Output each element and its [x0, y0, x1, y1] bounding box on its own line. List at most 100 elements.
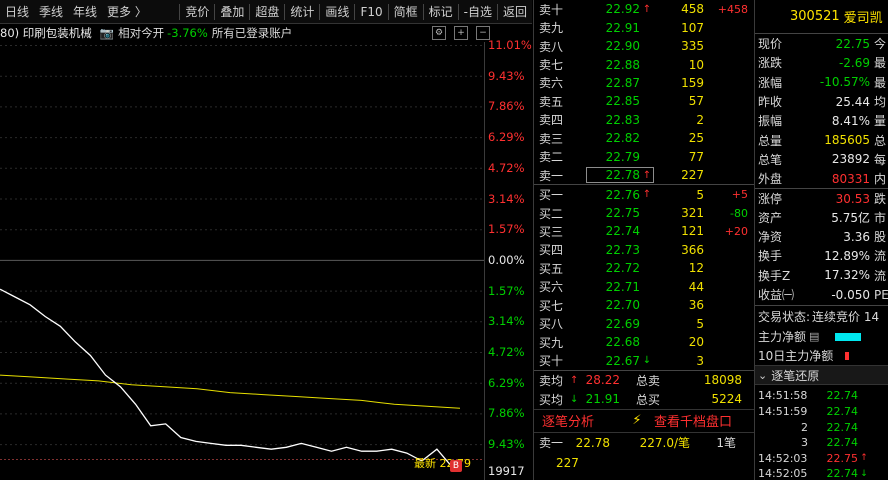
book-price: 22.79	[605, 149, 640, 164]
stat-label: 总量	[758, 133, 783, 148]
bid-row-9[interactable]: 买九 22.68 20	[534, 333, 754, 351]
remove-watchlist-button[interactable]: -自选	[459, 3, 497, 20]
lightning-icon: ⚡	[632, 413, 642, 429]
bid-row-10[interactable]: 买十 22.67 ↓ 3	[534, 351, 754, 369]
bid-row-7[interactable]: 买七 22.70 36	[534, 296, 754, 314]
stat-label: 涨幅	[758, 75, 783, 90]
tick-price: 22.74	[826, 467, 859, 480]
book-change: +20	[724, 224, 748, 238]
stat-row: 换手 12.89% 流	[754, 246, 888, 265]
tick-time: 14:52:03	[758, 451, 808, 465]
book-volume: 20	[688, 335, 704, 350]
tab-day[interactable]: 日线	[0, 3, 34, 20]
auction-button[interactable]: 竞价	[180, 3, 214, 20]
price-line	[0, 288, 453, 468]
ask-row-5[interactable]: 卖六 22.87 159	[534, 74, 754, 92]
stats-button[interactable]: 统计	[285, 3, 319, 20]
f10-button[interactable]: F10	[355, 5, 387, 19]
stat-next-label: 跌	[874, 192, 887, 207]
stat-row: 振幅 8.41% 量	[754, 111, 888, 130]
draw-line-button[interactable]: 画线	[320, 3, 354, 20]
best-ask-highlight	[586, 166, 654, 183]
pct-tick-label: 4.72%	[488, 345, 525, 359]
pct-tick-label: 6.29%	[488, 130, 525, 145]
stat-next-label: 内	[874, 172, 887, 187]
stock-header: 300521 爱司凯	[754, 0, 888, 34]
book-volume: 57	[688, 94, 704, 109]
ask-row-6[interactable]: 卖五 22.85 57	[534, 92, 754, 110]
pct-tick-label: 9.43%	[488, 68, 525, 83]
ask-row-1[interactable]: 卖十 22.92 ↑ 458 +458	[534, 0, 754, 18]
super-button[interactable]: 超盘	[250, 3, 284, 20]
ask-row-4[interactable]: 卖七 22.88 10	[534, 55, 754, 73]
bid-row-6[interactable]: 买六 22.71 44	[534, 278, 754, 296]
tick-price: 22.74	[826, 436, 859, 450]
stat-label: 涨停	[758, 192, 783, 207]
stat-next-label: 股	[874, 230, 887, 245]
chart-toolbar: 日线 季线 年线 更多 〉 竞价 叠加 超盘 统计 画线 F10 简框 标记 -…	[0, 0, 532, 24]
ask-row-7[interactable]: 卖四 22.83 2	[534, 111, 754, 129]
ask-row-10[interactable]: 卖一 22.78 ↑ 227	[534, 166, 754, 184]
sell-marker-icon[interactable]: B	[450, 460, 462, 472]
stat-row: 昨收 25.44 均	[754, 92, 888, 111]
ask-row-3[interactable]: 卖八 22.90 335	[534, 37, 754, 55]
overlay-button[interactable]: 叠加	[215, 3, 249, 20]
book-change: +5	[731, 188, 748, 202]
book-volume: 5	[696, 316, 704, 331]
up-arrow-icon: ↑	[642, 189, 652, 201]
account-label: 所有已登录账户	[211, 26, 293, 40]
mark-button[interactable]: 标记	[424, 3, 458, 20]
book-volume: 5	[696, 187, 704, 202]
camera-icon[interactable]: 📷	[100, 26, 114, 40]
bid-row-4[interactable]: 买四 22.73 366	[534, 241, 754, 259]
ask-list: 卖十 22.92 ↑ 458 +458 卖九 22.91 107 卖八 22.90 335 卖七 22.…	[534, 0, 754, 184]
book-level-label: 卖三	[539, 131, 564, 146]
stat-label: 资产	[758, 210, 783, 225]
book-level-label: 买七	[539, 298, 564, 313]
settings-icon[interactable]: ⚙	[432, 26, 446, 40]
tab-year[interactable]: 年线	[68, 3, 102, 20]
book-level-label: 买六	[539, 280, 564, 295]
tick-row: 14:51:59 22.74	[754, 404, 888, 420]
tab-quarter[interactable]: 季线	[34, 3, 68, 20]
back-button[interactable]: 返回	[498, 3, 532, 20]
stat-row: 涨停 30.53 跌	[754, 188, 888, 207]
pct-tick-label: 11.01%	[488, 38, 532, 52]
avg-sell-row: 卖均 ↑ 28.22 总卖 18098	[539, 373, 742, 388]
book-price: 22.91	[605, 20, 640, 35]
bid-row-8[interactable]: 买八 22.69 5	[534, 314, 754, 332]
ask-row-8[interactable]: 卖三 22.82 25	[534, 129, 754, 147]
book-volume: 321	[681, 206, 704, 221]
book-price: 22.68	[605, 335, 640, 350]
ask-row-2[interactable]: 卖九 22.91 107	[534, 18, 754, 36]
tab-tick-analysis[interactable]: 逐笔分析	[534, 411, 622, 430]
ask-row-9[interactable]: 卖二 22.79 77	[534, 148, 754, 166]
stat-next-label: PE	[874, 287, 888, 302]
bid-list: 买一 22.76 ↑ 5 +5 买二 22.75 321 -80 买三 22.74 121 +20 买四 2…	[534, 185, 754, 369]
stat-label: 净资	[758, 230, 783, 245]
stat-label: 换手Z	[758, 268, 791, 283]
tab-thousand-depth[interactable]: 查看千档盘口	[652, 411, 732, 430]
book-volume: 2	[696, 112, 704, 127]
bid-row-5[interactable]: 买五 22.72 12	[534, 259, 754, 277]
stat-value: 3.36	[843, 229, 870, 244]
book-tabs: 逐笔分析 ⚡ 查看千档盘口	[534, 408, 754, 433]
stat-next-label: 最	[874, 75, 887, 90]
list-icon[interactable]: ▤	[809, 330, 819, 343]
bid-row-1[interactable]: 买一 22.76 ↑ 5 +5	[534, 185, 754, 203]
stat-row: 总笔 23892 每	[754, 150, 888, 169]
intraday-chart[interactable]: 11.01% 9.43% 7.86% 6.29% 4.72% 3.14% 1.57% 0.00…	[0, 38, 532, 480]
sector-label[interactable]: 80) 印刷包装机械	[0, 25, 92, 41]
tab-more[interactable]: 更多 〉	[102, 3, 152, 20]
add-icon[interactable]: +	[454, 26, 468, 40]
stat-label: 总笔	[758, 152, 783, 167]
tick-list: 14:51:58 22.74 14:51:59 22.74 2 22.74 3 22.74 14…	[754, 385, 888, 480]
pct-tick-label: 7.86%	[488, 406, 525, 421]
ticks-header[interactable]: ⌄ 逐笔还原	[754, 365, 888, 386]
bid-row-3[interactable]: 买三 22.74 121 +20	[534, 222, 754, 240]
book-price: 22.85	[605, 94, 640, 109]
book-volume: 107	[681, 20, 704, 35]
pct-tick-label: 6.29%	[488, 375, 525, 390]
simple-frame-button[interactable]: 简框	[389, 3, 423, 20]
bid-row-2[interactable]: 买二 22.75 321 -80	[534, 204, 754, 222]
